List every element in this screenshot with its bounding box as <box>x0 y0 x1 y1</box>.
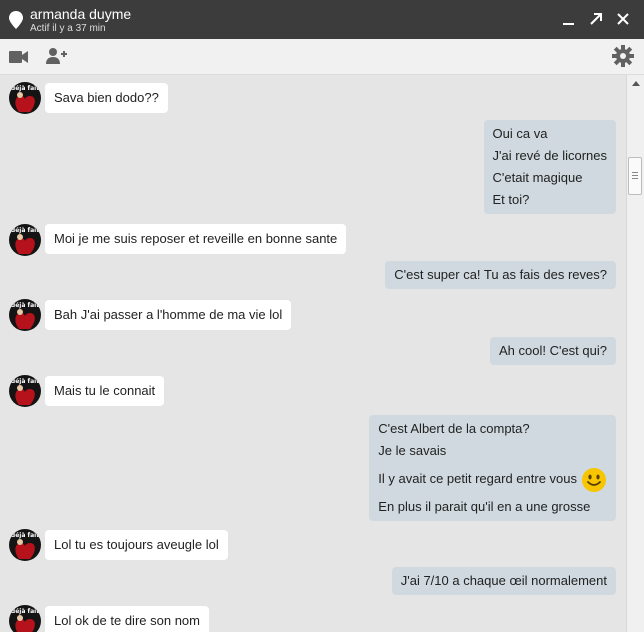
scroll-up-arrow-icon[interactable] <box>632 81 640 86</box>
message-line: En plus il parait qu'il en a une grosse <box>378 499 591 514</box>
avatar[interactable]: déjà fait <box>9 224 41 256</box>
message-line: Je le savais <box>378 443 447 458</box>
pop-out-icon[interactable] <box>587 10 605 28</box>
incoming-message: Lol ok de te dire son nom <box>45 606 209 632</box>
location-pin-icon <box>9 11 23 29</box>
incoming-message: Sava bien dodo?? <box>45 83 168 113</box>
scrollbar[interactable] <box>626 75 644 632</box>
avatar[interactable]: déjà fait <box>9 529 41 561</box>
message-line: C'est Albert de la compta? <box>378 421 530 436</box>
message-line: Ah cool! C'est qui? <box>499 343 607 358</box>
message-line: J'ai revé de licornes <box>492 148 607 163</box>
avatar[interactable]: déjà fait <box>9 605 41 632</box>
smiley-emoji-icon <box>582 467 606 492</box>
outgoing-message: C'est super ca! Tu as fais des reves? <box>385 261 616 289</box>
outgoing-message: Ah cool! C'est qui? <box>490 337 616 365</box>
avatar[interactable]: déjà fait <box>9 299 41 331</box>
message-line: J'ai 7/10 a chaque œil normalement <box>400 573 607 588</box>
outgoing-message: J'ai 7/10 a chaque œil normalement <box>391 567 616 595</box>
video-call-icon[interactable] <box>9 50 29 64</box>
chat-window: armanda duyme Actif il y a 37 min déjà f… <box>0 0 644 632</box>
close-icon[interactable] <box>614 10 632 28</box>
settings-gear-icon[interactable] <box>612 45 634 67</box>
message-line: Oui ca va <box>492 126 548 141</box>
minimize-icon[interactable] <box>560 10 578 28</box>
incoming-message: Lol tu es toujours aveugle lol <box>45 530 228 560</box>
message-line: C'est super ca! Tu as fais des reves? <box>394 267 607 282</box>
outgoing-message: C'est Albert de la compta? Je le savais … <box>369 415 616 521</box>
contact-status: Actif il y a 37 min <box>30 23 106 34</box>
incoming-message: Moi je me suis reposer et reveille en bo… <box>45 224 347 254</box>
add-person-icon[interactable] <box>46 47 68 65</box>
message-line: C'etait magique <box>492 170 583 185</box>
incoming-message: Bah J'ai passer a l'homme de ma vie lol <box>45 300 292 330</box>
avatar[interactable]: déjà fait <box>9 82 41 114</box>
message-list[interactable]: déjà fait Sava bien dodo?? Oui ca va J'a… <box>0 75 626 632</box>
chat-toolbar <box>0 39 644 75</box>
message-line: Et toi? <box>492 192 530 207</box>
title-bar[interactable]: armanda duyme Actif il y a 37 min <box>0 0 644 39</box>
message-line: Il y avait ce petit regard entre vous <box>378 462 607 496</box>
message-text: Il y avait ce petit regard entre vous <box>378 471 577 486</box>
contact-name[interactable]: armanda duyme <box>30 6 131 22</box>
avatar[interactable]: déjà fait <box>9 375 41 407</box>
incoming-message: Mais tu le connait <box>45 376 165 406</box>
outgoing-message: Oui ca va J'ai revé de licornes C'etait … <box>483 120 616 214</box>
scrollbar-thumb[interactable] <box>628 157 642 195</box>
